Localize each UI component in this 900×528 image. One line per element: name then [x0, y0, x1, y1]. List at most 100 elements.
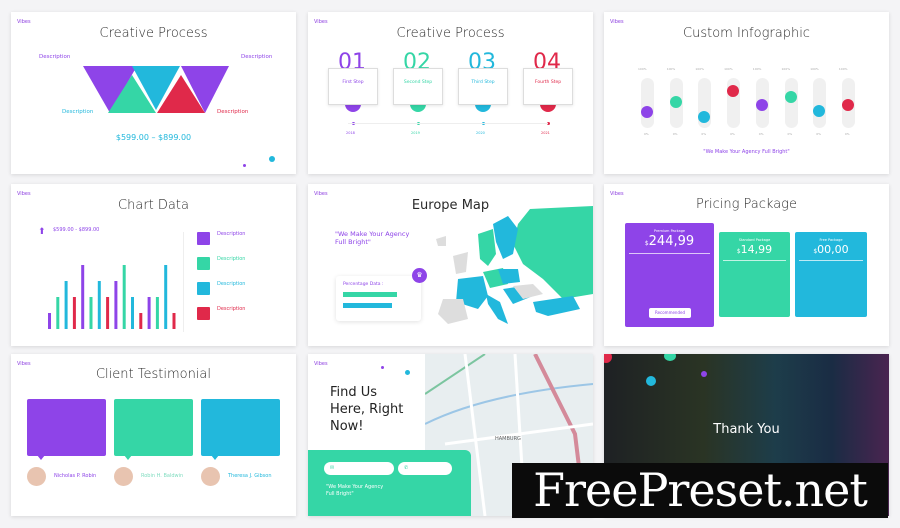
slider-max-label: 100% — [752, 67, 762, 71]
decor-dot — [381, 366, 384, 369]
slider-track[interactable] — [784, 78, 798, 128]
decor-dot — [701, 371, 707, 377]
slide-pricing[interactable]: Vibes Pricing Package Premium Package $2… — [604, 184, 889, 346]
slider-min-label: 0% — [816, 132, 821, 136]
percentage-card: Percentage Data : — [336, 276, 421, 321]
step-card: First Step — [328, 68, 378, 105]
slider-max-label: 100% — [638, 67, 647, 71]
bar — [89, 297, 93, 329]
bar — [164, 265, 168, 329]
step-year: 2019 — [411, 131, 420, 135]
slider-knob[interactable] — [641, 106, 653, 118]
avatar — [201, 467, 220, 486]
slider-max-label: 100% — [810, 67, 819, 71]
bar — [155, 297, 159, 329]
bar — [172, 313, 176, 329]
slider-max-label: 100% — [838, 67, 848, 71]
bar — [106, 297, 110, 329]
decor-dot — [269, 156, 275, 162]
avatar — [27, 467, 46, 486]
slide-title: Pricing Package — [696, 197, 797, 212]
email-field[interactable]: ✉ — [324, 462, 394, 475]
map-label: HAMBURG — [495, 436, 521, 442]
bar-chart — [48, 265, 176, 329]
decor-dot — [646, 376, 656, 386]
brand-label: Vibes — [314, 19, 328, 25]
phone-field[interactable]: ✆ — [398, 462, 452, 475]
speech-tail — [37, 455, 45, 460]
avatar — [114, 467, 133, 486]
price-range: $599.00 – $899.00 — [115, 133, 192, 142]
slide-testimonial[interactable]: Vibes Client Testimonial Nicholas P. Rob… — [11, 354, 296, 516]
bar — [48, 313, 51, 329]
description-label: Description — [217, 231, 246, 237]
description-1: Description — [39, 54, 71, 60]
description-2: Description — [241, 54, 273, 60]
bar — [64, 281, 68, 329]
bar — [81, 265, 85, 329]
bar — [139, 313, 143, 329]
slider-knob[interactable] — [727, 84, 740, 97]
decor-dot — [405, 370, 410, 375]
slide-creative-process-2[interactable]: Vibes Creative Process 01 First Step 201… — [308, 12, 593, 174]
quote: "We Make Your Agency Full Bright" — [703, 149, 790, 155]
step-card: Second Step — [393, 68, 443, 105]
slider-track[interactable] — [641, 78, 654, 128]
client-name: Robin H. Baldwin — [141, 473, 184, 479]
slider-min-label: 0% — [644, 132, 649, 136]
quote: "We Make Your Agency Full Bright" — [326, 484, 384, 497]
thank-you-title: Thank You — [713, 422, 780, 437]
slider-knob[interactable] — [841, 98, 854, 111]
testimonial-card — [114, 399, 193, 456]
quote: "We Make Your Agency Full Bright" — [335, 230, 410, 246]
slider-knob[interactable] — [669, 96, 682, 108]
step-card: Fourth Step — [523, 68, 573, 105]
slider-min-label: 0% — [787, 132, 793, 136]
speech-tail — [124, 455, 132, 460]
slider-min-label: 0% — [844, 132, 850, 136]
step-card: Third Step — [458, 68, 508, 105]
slide-creative-process-1[interactable]: Vibes Creative Process Description Descr… — [11, 12, 296, 174]
testimonial-card — [27, 399, 106, 456]
slider-max-label: 100% — [724, 67, 733, 71]
price: 244,99 — [648, 234, 695, 249]
testimonial-card — [201, 399, 280, 456]
contact-panel: ✉ ✆ "We Make Your Agency Full Bright" — [308, 450, 471, 516]
slider-min-label: 0% — [672, 132, 678, 136]
decor-dot — [243, 164, 246, 167]
slider-max-label: 100% — [666, 67, 676, 71]
step-year: 2021 — [541, 131, 550, 135]
slide-europe-map[interactable]: Vibes Europe Map "We Make Your Agency Fu… — [308, 184, 593, 346]
divider — [183, 232, 184, 332]
description-icon — [197, 307, 210, 320]
slider-track[interactable] — [813, 78, 827, 128]
description-label: Description — [217, 256, 246, 262]
description-label: Description — [217, 281, 246, 287]
slide-title: Custom Infographic — [683, 26, 810, 41]
slider-min-label: 0% — [701, 132, 707, 136]
bar — [56, 297, 60, 329]
slider-max-label: 100% — [781, 67, 791, 71]
slide-title: Europe Map — [411, 198, 490, 213]
description-3: Description — [62, 109, 94, 115]
description-icon — [197, 257, 210, 270]
percentage-bar-2 — [343, 303, 392, 308]
slide-chart-data[interactable]: Vibes Chart Data ⬆ $599.00 - $899.00 Des… — [11, 184, 296, 346]
crown-icon: ♛ — [412, 268, 427, 283]
slider-knob[interactable] — [784, 90, 797, 103]
step-year: 2018 — [346, 131, 355, 135]
price: 00,00 — [817, 243, 849, 256]
bar — [97, 281, 101, 329]
price-card: Premium Package $244,99 Recommended — [625, 223, 714, 327]
slider-knob[interactable] — [755, 98, 768, 111]
decor-dot — [664, 354, 676, 361]
recommended-button[interactable]: Recommended — [649, 308, 691, 318]
triangle-diagram — [83, 66, 229, 113]
slider-min-label: 0% — [730, 132, 735, 136]
watermark: FreePreset.net — [512, 463, 888, 518]
slide-title: Client Testimonial — [95, 367, 212, 382]
bar — [131, 297, 134, 329]
description-icon — [197, 232, 210, 245]
slide-custom-infographic[interactable]: Vibes Custom Infographic 100% 0% 100% 0% 1… — [604, 12, 889, 174]
description-label: Description — [217, 306, 246, 312]
